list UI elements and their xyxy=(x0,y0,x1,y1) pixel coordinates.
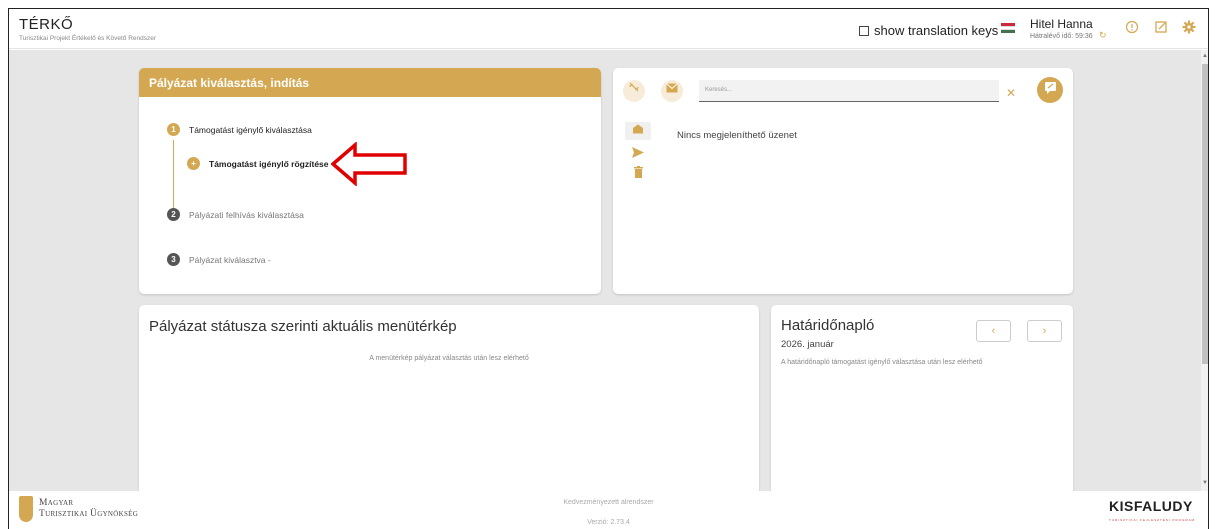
session-timer: Hátralévő idő: 59:36 xyxy=(1030,33,1093,40)
kisfaludy-logo-subtitle: TURISZTIKAI FEJLESZTÉSI PROGRAM xyxy=(1109,518,1196,522)
app-window: TÉRKŐ Turisztikai Projekt Értékelő és Kö… xyxy=(8,8,1209,529)
prev-month-button[interactable]: ‹ xyxy=(976,320,1011,342)
add-applicant-button[interactable]: + Támogatást igénylő rögzítése xyxy=(187,157,329,170)
step-1[interactable]: 1 Támogatást igénylő kiválasztása xyxy=(167,123,312,136)
scroll-thumb[interactable] xyxy=(1202,64,1208,364)
external-link-icon[interactable] xyxy=(1153,20,1169,36)
deadline-log-title: Határidőnapló xyxy=(781,317,875,334)
step-3-number: 3 xyxy=(167,253,180,266)
translation-label: show translation keys xyxy=(874,23,999,38)
step-1-label: Támogatást igénylő kiválasztása xyxy=(189,124,312,135)
translation-checkbox[interactable] xyxy=(859,25,869,36)
sent-icon[interactable] xyxy=(625,146,651,164)
application-selection-card: Pályázat kiválasztás, indítás 1 Támogatá… xyxy=(139,68,601,294)
clear-search-icon[interactable]: ✕ xyxy=(1006,86,1016,100)
step-3[interactable]: 3 Pályázat kiválasztva - xyxy=(167,253,271,266)
vertical-scrollbar[interactable]: ▲ ▼ xyxy=(1201,50,1208,491)
add-applicant-label: Támogatást igénylő rögzítése xyxy=(209,158,329,169)
app-subtitle: Turisztikai Projekt Értékelő és Követő R… xyxy=(19,35,157,42)
unlink-button[interactable] xyxy=(623,80,645,102)
next-month-button[interactable]: › xyxy=(1027,320,1062,342)
selection-card-title: Pályázat kiválasztás, indítás xyxy=(139,68,601,97)
plus-circle-icon: + xyxy=(187,157,200,170)
kisfaludy-logo: KISFALUDY xyxy=(1109,498,1193,514)
app-title[interactable]: TÉRKŐ xyxy=(19,16,73,33)
deadline-log-card: Határidőnapló 2026. január ‹ › A határid… xyxy=(771,305,1073,505)
step-2-number: 2 xyxy=(167,208,180,221)
messages-card: Keresés... ✕ Nincs megjeleníthető üzenet xyxy=(613,68,1073,294)
mail-button[interactable] xyxy=(661,80,683,102)
settings-gear-icon[interactable] xyxy=(1181,20,1197,36)
menu-map-card: Pályázat státusza szerinti aktuális menü… xyxy=(139,305,759,505)
user-name[interactable]: Hitel Hanna xyxy=(1030,17,1093,31)
translation-keys-toggle[interactable]: show translation keys xyxy=(859,23,998,38)
version-label: Verzió: 2.73.4 xyxy=(587,519,630,526)
scroll-down-icon[interactable]: ▼ xyxy=(1202,480,1208,486)
hungarian-flag-icon[interactable] xyxy=(1001,23,1015,33)
step-1-number: 1 xyxy=(167,123,180,136)
trash-icon[interactable] xyxy=(625,166,651,184)
deadline-month: 2026. január xyxy=(781,339,834,350)
step-2[interactable]: 2 Pályázati felhívás kiválasztása xyxy=(167,208,304,221)
environment-label: Kedvezményezett alrendszer xyxy=(563,499,654,506)
menu-map-title: Pályázat státusza szerinti aktuális menü… xyxy=(149,318,457,335)
footer: Magyar Turisztikai Ügynökség Kedvezménye… xyxy=(9,491,1208,529)
deadline-placeholder: A határidőnapló támogatást igénylő válas… xyxy=(781,359,983,366)
inbox-icon[interactable] xyxy=(625,122,651,140)
top-header: TÉRKŐ Turisztikai Projekt Értékelő és Kö… xyxy=(9,9,1208,49)
step-3-label: Pályázat kiválasztva - xyxy=(189,254,271,265)
message-search-input[interactable]: Keresés... xyxy=(699,80,999,102)
info-icon[interactable] xyxy=(1124,20,1140,36)
red-arrow-annotation-icon xyxy=(331,142,407,186)
step-2-label: Pályázati felhívás kiválasztása xyxy=(189,209,304,220)
scroll-up-icon[interactable]: ▲ xyxy=(1202,53,1208,59)
dashboard-area: Pályázat kiválasztás, indítás 1 Támogatá… xyxy=(9,50,1201,505)
no-messages-text: Nincs megjeleníthető üzenet xyxy=(677,130,797,141)
menu-map-placeholder: A menütérkép pályázat választás után les… xyxy=(369,355,529,362)
new-message-button[interactable] xyxy=(1037,77,1063,103)
refresh-session-icon[interactable]: ↻ xyxy=(1099,30,1107,41)
